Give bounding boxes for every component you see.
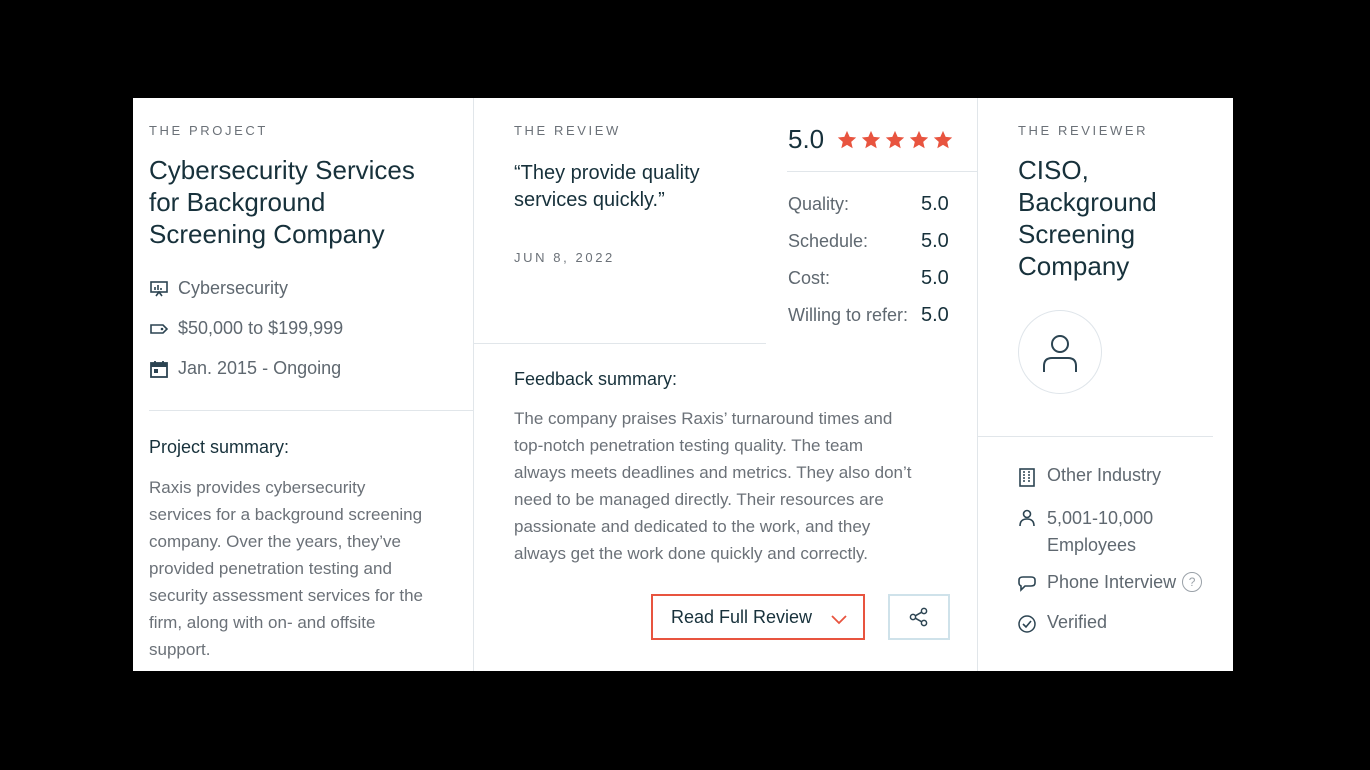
rating-value-schedule: 5.0 [921, 230, 949, 252]
person-icon [1017, 508, 1037, 528]
calendar-icon [149, 359, 169, 379]
rating-label-quality: Quality: [788, 194, 850, 214]
project-title: Cybersecurity Services for Background Sc… [149, 154, 415, 250]
section-divider [149, 410, 473, 411]
project-title-line: Cybersecurity Services [149, 155, 415, 185]
review-eyebrow: THE REVIEW [514, 123, 621, 138]
star-rating [836, 129, 954, 151]
column-divider [977, 98, 978, 671]
project-summary-heading: Project summary: [149, 437, 290, 457]
reviewer-title: CISO, Background Screening Company [1018, 154, 1157, 282]
project-budget: $50,000 to $199,999 [178, 318, 344, 338]
rating-value-cost: 5.0 [921, 267, 949, 289]
feedback-line: always get the work done quickly and cor… [514, 544, 869, 563]
summary-line: services for a background screening [149, 505, 423, 524]
presentation-icon [149, 279, 169, 299]
summary-line: provided penetration testing and [149, 559, 392, 578]
building-icon [1017, 467, 1037, 487]
reviewer-employees: 5,001-10,000 Employees [1047, 505, 1153, 559]
employees-line: Employees [1047, 535, 1137, 555]
overall-rating: 5.0 [788, 124, 825, 154]
column-divider [473, 98, 474, 671]
review-date: JUN 8, 2022 [514, 250, 615, 265]
project-eyebrow: THE PROJECT [149, 123, 268, 138]
summary-line: company. Over the years, they’ve [149, 532, 401, 551]
feedback-line: top-notch penetration testing quality. T… [514, 436, 864, 455]
reviewer-title-line: CISO, [1018, 155, 1089, 185]
reviewer-interview: Phone Interview? [1047, 572, 1203, 593]
reviewer-title-line: Background [1018, 187, 1157, 217]
section-divider [978, 436, 1213, 437]
star-icon [837, 130, 857, 149]
feedback-line: passionate and dedicated to the work, an… [514, 517, 871, 536]
interview-type: Phone Interview [1047, 572, 1177, 592]
star-icon [933, 130, 953, 149]
reviewer-industry: Other Industry [1047, 465, 1162, 485]
chevron-down-icon [829, 609, 849, 629]
quote-line: “They provide quality [514, 162, 700, 184]
share-button[interactable] [888, 594, 950, 640]
star-icon [885, 130, 905, 149]
project-title-line: Screening Company [149, 219, 385, 249]
speech-bubble-icon [1017, 574, 1037, 594]
star-icon [909, 130, 929, 149]
project-service: Cybersecurity [178, 278, 289, 298]
rating-divider [787, 171, 977, 172]
rating-label-willing-to-refer: Willing to refer: [788, 305, 909, 325]
summary-line: firm, along with on- and offsite [149, 613, 376, 632]
feedback-line: need to be managed directly. Their resou… [514, 490, 884, 509]
rating-value-willing-to-refer: 5.0 [921, 304, 949, 326]
avatar [1018, 310, 1102, 394]
help-icon[interactable]: ? [1182, 572, 1203, 592]
rating-label-schedule: Schedule: [788, 231, 869, 251]
reviewer-verified: Verified [1047, 612, 1108, 632]
read-full-review-button[interactable]: Read Full Review [651, 594, 865, 640]
feedback-heading: Feedback summary: [514, 369, 678, 389]
user-icon [1038, 330, 1082, 374]
check-circle-icon [1017, 614, 1037, 634]
star-icon [861, 130, 881, 149]
reviewer-title-line: Screening [1018, 219, 1136, 249]
employees-line: 5,001-10,000 [1047, 508, 1154, 528]
summary-line: security assessment services for the [149, 586, 423, 605]
summary-line: Raxis provides cybersecurity [149, 478, 366, 497]
rating-label-cost: Cost: [788, 268, 831, 288]
review-quote: “They provide quality services quickly.” [514, 160, 700, 214]
feedback-line: always meets deadlines and metrics. They… [514, 463, 912, 482]
section-divider [474, 343, 766, 344]
summary-line: support. [149, 640, 211, 659]
price-tag-icon [149, 319, 169, 339]
share-icon [908, 606, 930, 628]
project-dates: Jan. 2015 - Ongoing [178, 358, 342, 378]
feedback-summary: The company praises Raxis’ turnaround ti… [514, 405, 954, 567]
feedback-line: The company praises Raxis’ turnaround ti… [514, 409, 893, 428]
reviewer-title-line: Company [1018, 251, 1130, 281]
quote-line: services quickly.” [514, 189, 665, 211]
rating-value-quality: 5.0 [921, 193, 949, 215]
review-card: THE PROJECT Cybersecurity Services for B… [133, 98, 1233, 671]
reviewer-eyebrow: THE REVIEWER [1018, 123, 1149, 138]
read-full-review-label: Read Full Review [671, 606, 813, 627]
project-title-line: for Background [149, 187, 326, 217]
project-summary: Raxis provides cybersecurity services fo… [149, 474, 459, 663]
